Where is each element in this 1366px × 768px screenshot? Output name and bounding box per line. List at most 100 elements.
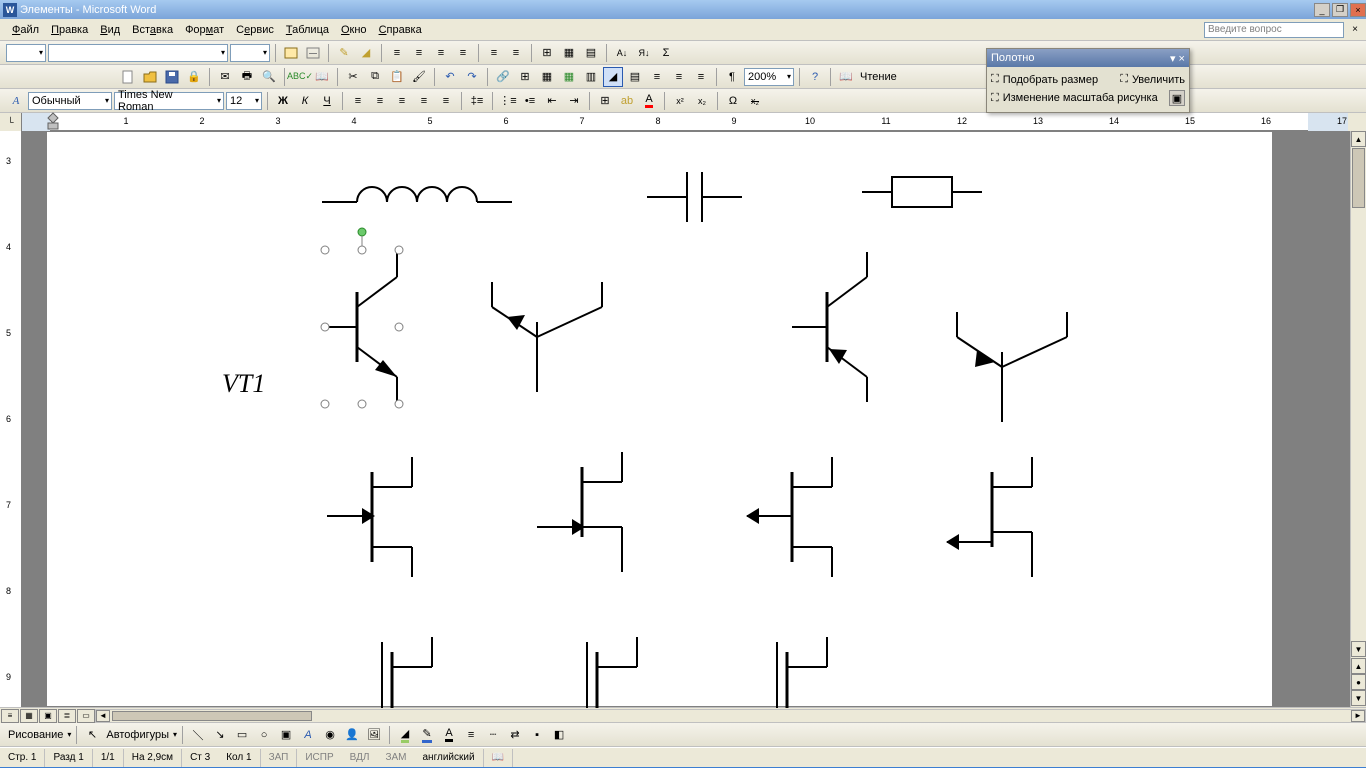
line-color-icon[interactable]: ✎ xyxy=(417,725,437,745)
picture-icon[interactable]: 🖼 xyxy=(364,725,384,745)
npn-transistor-selected[interactable] xyxy=(321,228,403,408)
outline-view-icon[interactable]: ≣ xyxy=(58,709,76,723)
ruler-vertical[interactable]: 3456789 xyxy=(0,131,22,707)
line-style-icon[interactable]: ≡ xyxy=(461,725,481,745)
resistor-symbol[interactable] xyxy=(862,177,982,207)
redo-icon[interactable]: ↷ xyxy=(462,67,482,87)
jfet-symbol[interactable] xyxy=(946,457,1032,577)
align-icon[interactable]: ≡ xyxy=(409,43,429,63)
align-icon[interactable]: ≡ xyxy=(387,43,407,63)
mosfet-partial[interactable] xyxy=(382,637,432,708)
menu-view[interactable]: Вид xyxy=(94,22,126,38)
transistor-symbol[interactable] xyxy=(957,312,1067,422)
ask-question-input[interactable] xyxy=(1204,22,1344,38)
jfet-p-symbol[interactable] xyxy=(746,457,832,577)
reading-button[interactable]: Чтение xyxy=(858,71,905,83)
pointer-icon[interactable]: ↖ xyxy=(82,725,102,745)
scroll-down-icon[interactable]: ▼ xyxy=(1351,641,1366,657)
format-painter-icon[interactable]: 🖌 xyxy=(409,67,429,87)
email-icon[interactable]: ✉ xyxy=(215,67,235,87)
print-icon[interactable]: 🖶 xyxy=(237,67,257,87)
arrow-icon[interactable]: ↘ xyxy=(210,725,230,745)
textbox-icon[interactable]: ▣ xyxy=(276,725,296,745)
shadow-icon[interactable]: ▪ xyxy=(527,725,547,745)
combo-3[interactable] xyxy=(230,44,270,62)
font-color-icon[interactable]: A xyxy=(639,91,659,111)
menu-tools[interactable]: Сервис xyxy=(230,22,280,38)
restore-button[interactable]: ❐ xyxy=(1332,3,1348,17)
vertical-scrollbar[interactable]: ▲ ▼ ▲ ● ▼ xyxy=(1350,131,1366,707)
scroll-right-icon[interactable]: ► xyxy=(1351,710,1365,722)
document-canvas[interactable]: VT1 xyxy=(47,132,1274,708)
align-center-icon[interactable]: ≡ xyxy=(370,91,390,111)
page[interactable]: VT1 xyxy=(46,131,1273,707)
align-left-icon[interactable]: ≡ xyxy=(348,91,368,111)
table-icon[interactable]: ⊞ xyxy=(537,43,557,63)
status-ovr[interactable]: ЗАМ xyxy=(377,749,414,767)
list-icon[interactable]: ≡ xyxy=(484,43,504,63)
scroll-thumb[interactable] xyxy=(1352,148,1365,208)
research-icon[interactable]: 📖 xyxy=(312,67,332,87)
paint-icon[interactable]: ✎ xyxy=(334,43,354,63)
style-dropdown[interactable]: Обычный xyxy=(28,92,112,110)
underline-icon[interactable]: Ч xyxy=(317,91,337,111)
clipart-icon[interactable]: 👤 xyxy=(342,725,362,745)
diagram-icon[interactable]: ◉ xyxy=(320,725,340,745)
list-icon[interactable]: ≡ xyxy=(506,43,526,63)
save-icon[interactable] xyxy=(162,67,182,87)
expand-button[interactable]: Увеличить xyxy=(1132,74,1185,86)
fit-button[interactable]: Подобрать размер xyxy=(1003,74,1098,86)
styles-icon[interactable]: A xyxy=(6,91,26,111)
jfet-symbol[interactable] xyxy=(537,452,622,572)
strikethrough-icon[interactable]: x₂ xyxy=(745,91,765,111)
line-icon[interactable]: ＼ xyxy=(188,725,208,745)
oval-icon[interactable]: ○ xyxy=(254,725,274,745)
subscript-icon[interactable]: x₂ xyxy=(692,91,712,111)
sort-za-icon[interactable]: Я↓ xyxy=(634,43,654,63)
reading-view-icon[interactable]: ▭ xyxy=(77,709,95,723)
close-button[interactable]: × xyxy=(1350,3,1366,17)
wordart-icon[interactable]: A xyxy=(298,725,318,745)
paste-icon[interactable]: 📋 xyxy=(387,67,407,87)
font-color-icon[interactable]: A xyxy=(439,725,459,745)
undo-icon[interactable]: ↶ xyxy=(440,67,460,87)
inductor-symbol[interactable] xyxy=(322,187,512,202)
permissions-icon[interactable]: 🔒 xyxy=(184,67,204,87)
align-justify-icon[interactable]: ≡ xyxy=(414,91,434,111)
menu-insert[interactable]: Вставка xyxy=(126,22,179,38)
decrease-indent-icon[interactable]: ⇤ xyxy=(542,91,562,111)
status-spellcheck-icon[interactable]: 📖 xyxy=(484,749,513,767)
next-page-icon[interactable]: ▼ xyxy=(1351,690,1366,706)
fill-icon[interactable]: ◢ xyxy=(356,43,376,63)
label-vt1[interactable]: VT1 xyxy=(222,369,265,398)
prev-page-icon[interactable]: ▲ xyxy=(1351,658,1366,674)
align-right-icon[interactable]: ≡ xyxy=(392,91,412,111)
doc-map-icon[interactable]: ▤ xyxy=(625,67,645,87)
omega-icon[interactable]: Ω xyxy=(723,91,743,111)
align-icon[interactable]: ≡ xyxy=(669,67,689,87)
transistor-symbol[interactable] xyxy=(492,282,602,392)
canvas-panel-title[interactable]: Полотно▾ × xyxy=(987,49,1189,67)
rectangle-icon[interactable]: ▭ xyxy=(232,725,252,745)
mosfet-partial[interactable] xyxy=(777,637,827,708)
mosfet-partial[interactable] xyxy=(587,637,637,708)
open-icon[interactable] xyxy=(140,67,160,87)
align-icon[interactable]: ≡ xyxy=(431,43,451,63)
tool-btn[interactable]: ▤ xyxy=(581,43,601,63)
status-ext[interactable]: ВДЛ xyxy=(342,749,378,767)
normal-view-icon[interactable]: ≡ xyxy=(1,709,19,723)
minimize-button[interactable]: _ xyxy=(1314,3,1330,17)
help-icon[interactable]: ? xyxy=(805,67,825,87)
web-view-icon[interactable]: ▦ xyxy=(20,709,38,723)
menu-format[interactable]: Формат xyxy=(179,22,230,38)
zoom-dropdown[interactable]: 200% xyxy=(744,68,794,86)
arrow-style-icon[interactable]: ⇄ xyxy=(505,725,525,745)
tab-selector[interactable]: └ xyxy=(0,113,22,131)
dash-style-icon[interactable]: ┄ xyxy=(483,725,503,745)
excel-icon[interactable]: ▦ xyxy=(559,67,579,87)
menu-window[interactable]: Окно xyxy=(335,22,373,38)
distributed-icon[interactable]: ≡ xyxy=(436,91,456,111)
show-marks-icon[interactable]: ¶ xyxy=(722,67,742,87)
tool-btn[interactable]: ▦ xyxy=(559,43,579,63)
sigma-icon[interactable]: Σ xyxy=(656,43,676,63)
